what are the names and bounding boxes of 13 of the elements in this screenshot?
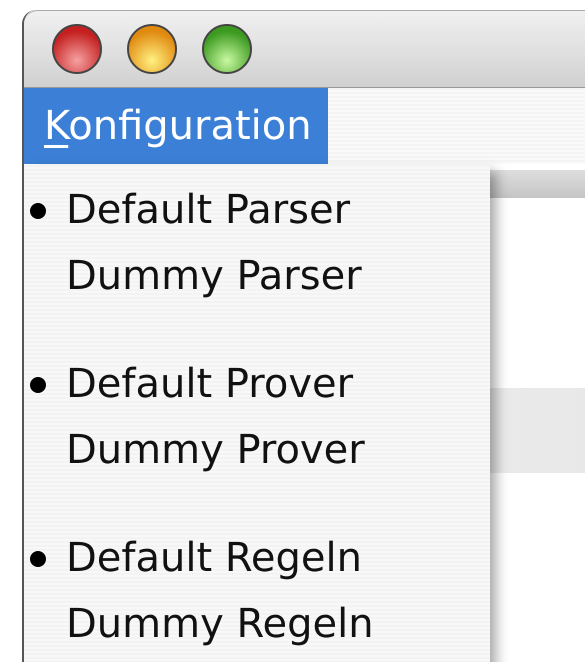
- menu-title[interactable]: Konfiguration: [24, 88, 328, 164]
- radio-dot-icon: [30, 203, 46, 219]
- menu-item[interactable]: Dummy Parser: [24, 243, 490, 309]
- menu-item[interactable]: Dummy Prover: [24, 417, 490, 483]
- zoom-button[interactable]: [202, 24, 252, 74]
- close-button[interactable]: [52, 24, 102, 74]
- menu-item[interactable]: Dummy Regeln: [24, 591, 490, 657]
- menu-item[interactable]: Default Parser: [24, 177, 490, 243]
- radio-dot-icon: [30, 551, 46, 567]
- minimize-button[interactable]: [127, 24, 177, 74]
- radio-dot-icon: [30, 377, 46, 393]
- menu-item[interactable]: Default Regeln: [24, 525, 490, 591]
- menu-item[interactable]: Default Prover: [24, 351, 490, 417]
